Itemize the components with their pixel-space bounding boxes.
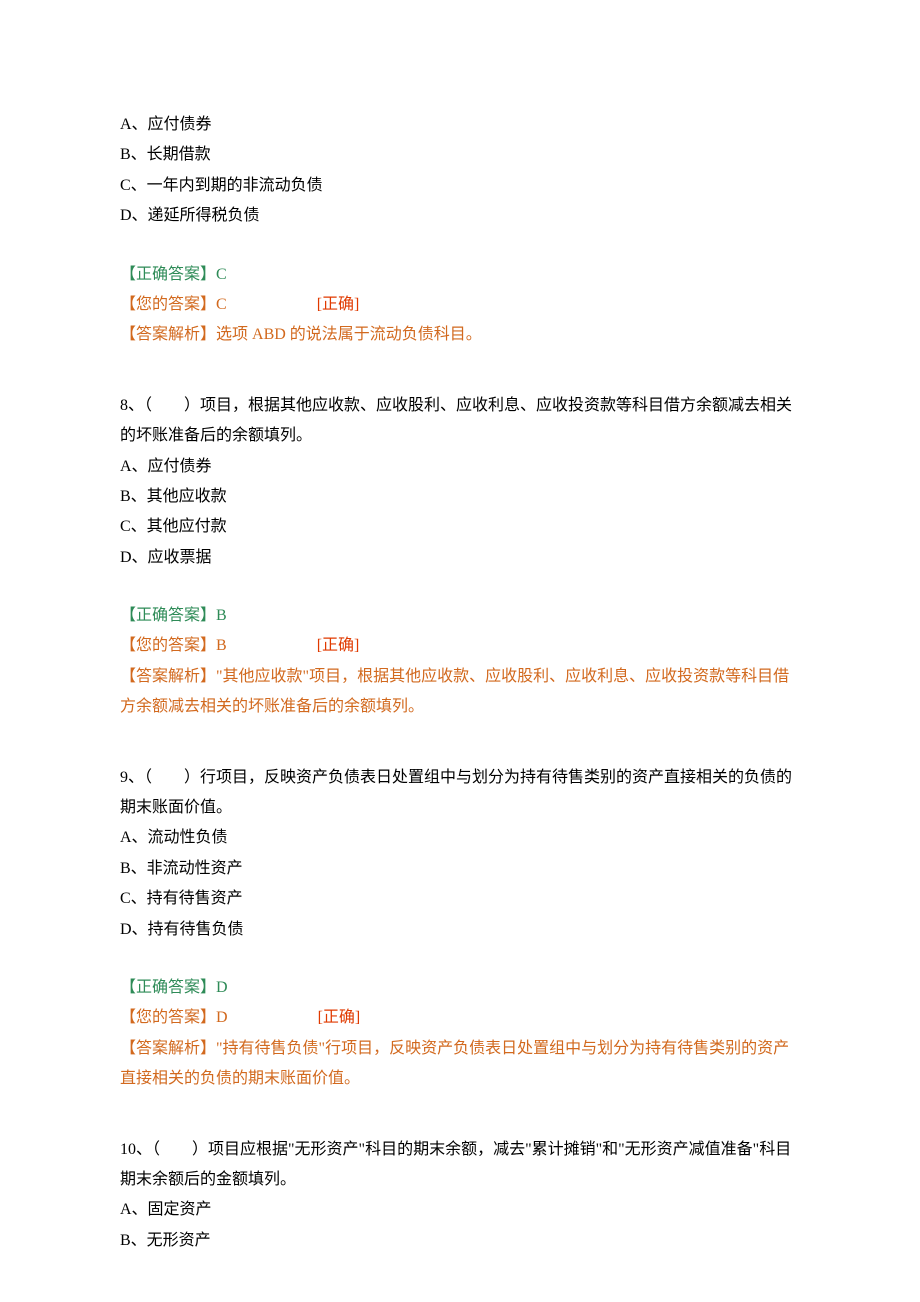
question-option: A、流动性负债: [120, 823, 800, 853]
correct-answer-label: 【正确答案】: [120, 607, 216, 624]
question-option: A、应付债券: [120, 110, 800, 140]
question-stem: 10、（ ）项目应根据"无形资产"科目的期末余额，减去"累计摊销"和"无形资产减…: [120, 1135, 800, 1196]
correct-answer-value: B: [216, 607, 227, 624]
correct-answer-label: 【正确答案】: [120, 979, 216, 996]
question-option: A、固定资产: [120, 1195, 800, 1225]
your-answer: 【您的答案】B [正确]: [120, 631, 800, 661]
answer-status: [正确]: [317, 637, 360, 654]
answer-status: [正确]: [317, 296, 360, 313]
correct-answer-value: C: [216, 266, 227, 283]
correct-answer: 【正确答案】D: [120, 973, 800, 1003]
question-option: B、其他应收款: [120, 482, 800, 512]
your-answer-label: 【您的答案】: [120, 296, 216, 313]
answer-analysis: 【答案解析】选项 ABD 的说法属于流动负债科目。: [120, 320, 800, 350]
analysis-text: "其他应收款"项目，根据其他应收款、应收股利、应收利息、应收投资款等科目借方余额…: [120, 668, 789, 715]
question-option: B、非流动性资产: [120, 854, 800, 884]
your-answer-label: 【您的答案】: [120, 637, 216, 654]
analysis-label: 【答案解析】: [120, 1040, 216, 1057]
question-option: D、递延所得税负债: [120, 201, 800, 231]
analysis-label: 【答案解析】: [120, 326, 216, 343]
question-option: A、应付债券: [120, 452, 800, 482]
question-option: D、应收票据: [120, 543, 800, 573]
your-answer-value: C: [216, 296, 227, 313]
answer-status: [正确]: [318, 1009, 361, 1026]
question-option: C、持有待售资产: [120, 884, 800, 914]
question-stem: 8、（ ）项目，根据其他应收款、应收股利、应收利息、应收投资款等科目借方余额减去…: [120, 391, 800, 452]
your-answer-label: 【您的答案】: [120, 1009, 216, 1026]
question-option: D、持有待售负债: [120, 915, 800, 945]
question-option: C、一年内到期的非流动负债: [120, 171, 800, 201]
your-answer: 【您的答案】D [正确]: [120, 1003, 800, 1033]
correct-answer-value: D: [216, 979, 228, 996]
correct-answer: 【正确答案】B: [120, 601, 800, 631]
analysis-label: 【答案解析】: [120, 668, 216, 685]
your-answer-value: B: [216, 637, 227, 654]
correct-answer-label: 【正确答案】: [120, 266, 216, 283]
question-stem: 9、（ ）行项目，反映资产负债表日处置组中与划分为持有待售类别的资产直接相关的负…: [120, 763, 800, 824]
question-option: B、长期借款: [120, 140, 800, 170]
your-answer: 【您的答案】C [正确]: [120, 290, 800, 320]
question-option: C、其他应付款: [120, 512, 800, 542]
document-page: A、应付债券 B、长期借款 C、一年内到期的非流动负债 D、递延所得税负债 【正…: [0, 0, 920, 1302]
your-answer-value: D: [216, 1009, 228, 1026]
question-option: B、无形资产: [120, 1226, 800, 1256]
answer-analysis: 【答案解析】"持有待售负债"行项目，反映资产负债表日处置组中与划分为持有待售类别…: [120, 1034, 800, 1095]
analysis-text: 选项 ABD 的说法属于流动负债科目。: [216, 326, 482, 343]
correct-answer: 【正确答案】C: [120, 260, 800, 290]
answer-analysis: 【答案解析】"其他应收款"项目，根据其他应收款、应收股利、应收利息、应收投资款等…: [120, 662, 800, 723]
analysis-text: "持有待售负债"行项目，反映资产负债表日处置组中与划分为持有待售类别的资产直接相…: [120, 1040, 789, 1087]
